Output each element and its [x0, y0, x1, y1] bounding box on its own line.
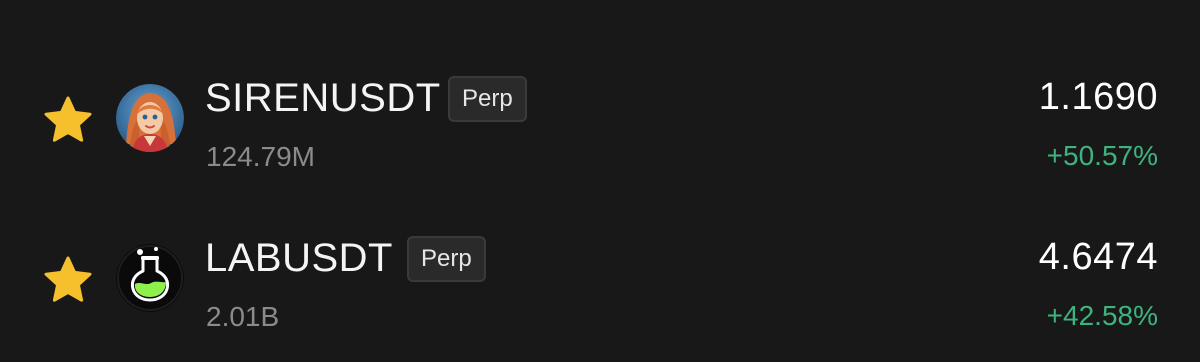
list-item-sirenusdt[interactable]: SIRENUSDT Perp 124.79M 1.1690 +50.57%	[0, 62, 1200, 202]
lab-flask-icon	[116, 244, 184, 312]
ticker-symbol: LABUSDT	[205, 236, 393, 280]
siren-avatar-icon	[116, 84, 184, 152]
list-item-previous-partial	[0, 0, 1200, 6]
last-price: 4.6474	[1038, 236, 1158, 278]
volume-value: 124.79M	[206, 141, 315, 172]
star-icon[interactable]	[42, 94, 94, 146]
last-price: 1.1690	[1038, 76, 1158, 118]
previous-volume-partial	[226, 0, 336, 4]
star-icon[interactable]	[42, 254, 94, 306]
price-change-percent: +50.57%	[1046, 140, 1158, 171]
previous-change-partial	[1048, 0, 1158, 4]
perp-badge: Perp	[407, 236, 486, 282]
ticker-symbol: SIRENUSDT	[205, 76, 441, 120]
perp-badge: Perp	[448, 76, 527, 122]
volume-value: 2.01B	[206, 301, 280, 332]
market-list: SIRENUSDT Perp 124.79M 1.1690 +50.57% LA…	[0, 0, 1200, 359]
list-item-labusdt[interactable]: LABUSDT Perp 2.01B 4.6474 +42.58%	[0, 222, 1200, 362]
price-change-percent: +42.58%	[1046, 300, 1158, 331]
